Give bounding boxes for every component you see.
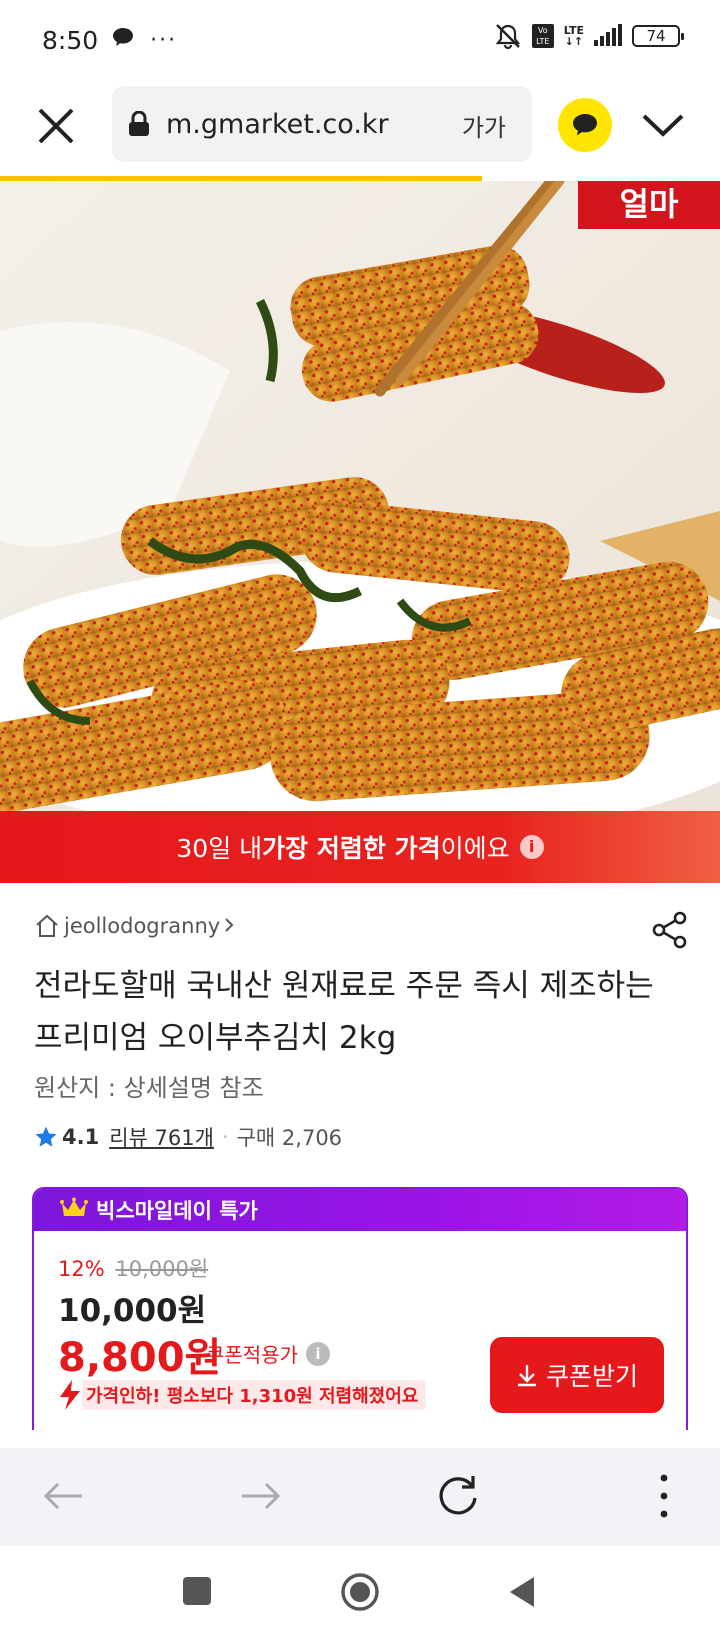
info-icon[interactable]: i <box>519 835 544 859</box>
banner-highlight: 가장 저렴한 가격 <box>262 834 441 863</box>
separator: · <box>221 1125 229 1149</box>
reload-icon[interactable] <box>434 1472 482 1520</box>
product-image[interactable]: 얼마 <box>0 181 720 811</box>
discount-rate: 12% <box>58 1257 105 1281</box>
share-icon[interactable] <box>650 910 690 950</box>
chevron-down-icon[interactable] <box>640 106 686 146</box>
rating-score: 4.1 <box>62 1125 100 1149</box>
status-bar: 8:50 ··· Vo LTE LTE ↓↑ 74 <box>0 0 720 80</box>
lock-icon <box>128 110 150 137</box>
url-text: m.gmarket.co.kr <box>166 108 389 140</box>
purchase-count: 구매 2,706 <box>236 1126 343 1150</box>
hero-badge-text: 얼마 <box>620 185 679 223</box>
lowest-price-banner[interactable]: 30일 내 가장 저렴한 가격 이에요 i <box>0 811 720 883</box>
volte-icon: Vo LTE <box>531 24 554 48</box>
back-icon[interactable] <box>40 1472 88 1520</box>
promo-label: 빅스마일데이 특가 <box>96 1199 258 1223</box>
banner-prefix: 30일 내 <box>176 834 263 863</box>
more-vertical-icon[interactable] <box>640 1472 688 1520</box>
text-size-button[interactable]: 가가 <box>462 108 506 143</box>
signal-strength-icon <box>594 24 622 46</box>
home-icon <box>36 914 58 937</box>
sale-price: 8,800원 <box>58 1335 222 1381</box>
download-icon <box>517 1365 536 1387</box>
close-icon[interactable] <box>32 102 80 150</box>
info-icon[interactable]: i <box>306 1341 330 1366</box>
coupon-applied-label: 쿠폰적용가 i <box>206 1339 330 1368</box>
browser-navigation-bar <box>0 1448 720 1546</box>
promo-header: 빅스마일데이 특가 <box>34 1189 686 1231</box>
network-type: LTE ↓↑ <box>563 24 584 48</box>
discount-info: 12% 10,000원 <box>58 1253 208 1283</box>
star-icon <box>35 1126 57 1147</box>
browser-toolbar: m.gmarket.co.kr 가가 <box>0 80 720 176</box>
origin-info: 원산지 : 상세설명 참조 <box>34 1074 264 1102</box>
original-price-struck: 10,000원 <box>115 1257 209 1281</box>
mute-icon <box>494 22 522 50</box>
bigsmile-day-deal: 빅스마일데이 특가 12% 10,000원 10,000원 8,800원 쿠폰적… <box>32 1187 688 1430</box>
price-drop-notice: 가격인하! 평소보다 1,310원 저렴해졌어요 <box>58 1380 427 1410</box>
seller-name: jeollodogranny <box>64 914 221 938</box>
crown-icon <box>60 1197 88 1224</box>
rating-summary: 4.1 리뷰 761개 · 구매 2,706 <box>34 1122 342 1152</box>
status-time: 8:50 <box>42 25 99 55</box>
seller-link[interactable]: jeollodogranny <box>34 914 238 938</box>
kakaotalk-icon[interactable] <box>558 98 612 152</box>
system-navigation-bar <box>0 1546 720 1640</box>
get-coupon-button[interactable]: 쿠폰받기 <box>490 1337 664 1413</box>
more-notifications-icon: ··· <box>150 27 178 53</box>
home-button-icon[interactable] <box>340 1572 380 1616</box>
chevron-right-icon <box>224 914 238 938</box>
back-button-icon[interactable] <box>508 1576 536 1612</box>
recent-apps-icon[interactable] <box>182 1576 212 1610</box>
forward-icon[interactable] <box>236 1472 284 1520</box>
address-bar[interactable]: m.gmarket.co.kr 가가 <box>112 86 532 162</box>
banner-suffix: 이에요 <box>440 834 510 863</box>
chat-notification-icon <box>112 27 134 53</box>
regular-price: 10,000원 <box>58 1293 207 1329</box>
lightning-icon <box>60 1380 80 1410</box>
review-count-link[interactable]: 리뷰 761개 <box>109 1122 214 1152</box>
battery-icon: 74 <box>632 25 684 47</box>
product-title: 전라도할매 국내산 원재료로 주문 즉시 제조하는 프리미엄 오이부추김치 2k… <box>34 968 654 1056</box>
